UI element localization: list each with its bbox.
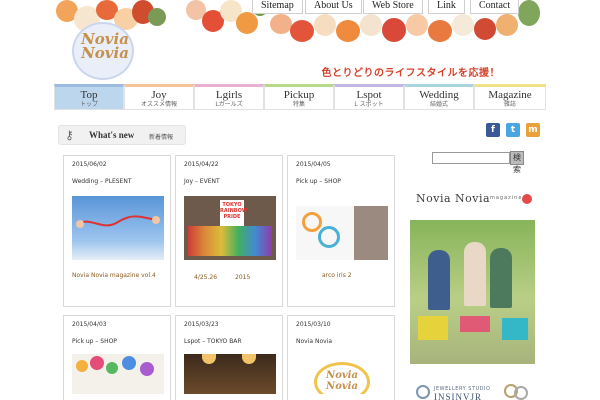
nav-wedding[interactable]: Wedding 結婚式 bbox=[404, 84, 474, 110]
mixi-icon[interactable]: m bbox=[526, 123, 540, 137]
card-date: 2015/03/23 bbox=[184, 321, 219, 328]
product-bangle bbox=[302, 212, 322, 232]
card-thumbnail[interactable] bbox=[184, 354, 276, 394]
nav-joy-sublabel: オススメ情報 bbox=[140, 101, 177, 108]
card-date: 2015/04/22 bbox=[184, 161, 219, 168]
card-thumbnail[interactable] bbox=[72, 354, 164, 394]
card-title: Wedding – PLESENT bbox=[72, 178, 132, 185]
whats-new-label: What's new bbox=[89, 130, 135, 140]
news-card[interactable]: 2015/03/10 Novia Novia Novia Novia bbox=[287, 315, 395, 400]
person bbox=[428, 250, 450, 310]
nav-top[interactable]: Top トップ bbox=[54, 84, 124, 110]
search-button[interactable]: 検索 bbox=[510, 151, 524, 174]
bead bbox=[76, 360, 88, 372]
nav-joy-label: Joy bbox=[151, 89, 167, 101]
chair bbox=[502, 318, 528, 340]
card-thumbnail[interactable] bbox=[296, 206, 388, 260]
topnav-contact[interactable]: Contact bbox=[470, 0, 520, 14]
nav-pickup[interactable]: Pickup 特集 bbox=[264, 84, 334, 110]
nav-magazine-label: Magazine bbox=[488, 89, 532, 101]
search-input[interactable] bbox=[432, 152, 510, 164]
magazine-subtitle: magazine bbox=[490, 195, 523, 201]
card-title: Novia Novia bbox=[296, 338, 333, 345]
card-date: 2015/04/05 bbox=[296, 161, 331, 168]
person bbox=[490, 248, 512, 308]
nav-top-label: Top bbox=[80, 89, 98, 101]
jewelry-logo-icon bbox=[416, 385, 430, 399]
news-card[interactable]: 2015/04/22 Joy – EVENT TOKYO RAINBOW PRI… bbox=[175, 155, 283, 307]
card-date: 2015/06/02 bbox=[72, 161, 107, 168]
table bbox=[460, 316, 490, 332]
nav-magazine[interactable]: Magazine 雑誌 bbox=[474, 84, 546, 110]
card-title: Pick up – SHOP bbox=[72, 338, 117, 345]
news-card[interactable]: 2015/04/03 Pick up – SHOP bbox=[63, 315, 171, 400]
chair bbox=[418, 316, 448, 340]
nav-pickup-sublabel: 特集 bbox=[292, 101, 305, 108]
nav-lgirls-label: Lgirls bbox=[215, 89, 243, 101]
card-date: 2015/04/03 bbox=[72, 321, 107, 328]
product-model bbox=[354, 206, 388, 260]
whats-new-heading: ⚷ What's new 新着情報 bbox=[58, 125, 186, 145]
nav-lgirls-sublabel: Lガールズ bbox=[215, 101, 243, 108]
whats-new-sublabel: 新着情報 bbox=[149, 134, 174, 141]
nav-lspot-label: Lspot bbox=[356, 89, 382, 101]
site-logo[interactable]: Novia Novia bbox=[70, 32, 140, 61]
bead bbox=[106, 362, 118, 374]
card-caption: Novia Novia magazine vol.4 bbox=[72, 272, 156, 279]
lamp bbox=[242, 354, 256, 364]
card-date: 2015/03/10 bbox=[296, 321, 331, 328]
header: Novia Novia Sitemap About Us Web Store L… bbox=[0, 0, 600, 84]
lamp bbox=[202, 354, 216, 364]
news-card[interactable]: 2015/06/02 Wedding – PLESENT Novia Novia… bbox=[63, 155, 171, 307]
jewelry-big: INSINVJR bbox=[434, 392, 483, 400]
nav-wedding-label: Wedding bbox=[419, 89, 459, 101]
topnav-link[interactable]: Link bbox=[428, 0, 465, 14]
nav-pickup-label: Pickup bbox=[283, 89, 315, 101]
card-caption: arco iris 2 bbox=[322, 272, 352, 279]
bead bbox=[140, 362, 154, 376]
magazine-title: Novia Novia bbox=[416, 192, 491, 205]
pride-sign: TOKYO RAINBOW PRIDE bbox=[220, 200, 247, 226]
nav-wedding-sublabel: 結婚式 bbox=[429, 101, 448, 108]
card-thumbnail[interactable] bbox=[72, 196, 164, 260]
nav-lspot[interactable]: Lspot L スポット bbox=[334, 84, 404, 110]
tagline: 色とりどりのライフスタイルを応援！ bbox=[321, 68, 500, 79]
news-card[interactable]: 2015/04/05 Pick up – SHOP arco iris 2 bbox=[287, 155, 395, 307]
nav-top-sublabel: トップ bbox=[79, 101, 98, 108]
product-bangle bbox=[318, 226, 340, 248]
topnav-sitemap[interactable]: Sitemap bbox=[252, 0, 303, 14]
magazine-cover[interactable]: Novia Novia magazine bbox=[410, 186, 535, 364]
topnav-about-us[interactable]: About Us bbox=[305, 0, 362, 14]
bead bbox=[122, 356, 136, 370]
key-icon: ⚷ bbox=[65, 128, 74, 142]
topnav-web-store[interactable]: Web Store bbox=[363, 0, 423, 14]
card-title: Joy – EVENT bbox=[184, 178, 220, 185]
card-title: Pick up – SHOP bbox=[296, 178, 341, 185]
nav-lgirls[interactable]: Lgirls Lガールズ bbox=[194, 84, 264, 110]
card-thumbnail[interactable]: Novia Novia bbox=[296, 354, 388, 394]
magazine-badge bbox=[522, 194, 532, 204]
category-nav: Top トップ Joy オススメ情報 Lgirls Lガールズ Pickup 特… bbox=[54, 84, 546, 110]
twitter-icon[interactable]: t bbox=[506, 123, 520, 137]
search-button-label: 検索 bbox=[513, 153, 521, 174]
red-string-graphic bbox=[76, 215, 160, 228]
magazine-photo bbox=[410, 220, 535, 364]
card-thumbnail[interactable]: TOKYO RAINBOW PRIDE bbox=[184, 196, 276, 260]
card-logo-text: Novia Novia bbox=[326, 370, 358, 392]
nav-magazine-sublabel: 雑誌 bbox=[503, 101, 516, 108]
facebook-icon[interactable]: f bbox=[486, 123, 500, 137]
card-caption: 4/25.26 2015 bbox=[194, 274, 251, 281]
rainbow-crowd bbox=[188, 226, 272, 256]
bead bbox=[90, 356, 104, 370]
nav-lspot-sublabel: L スポット bbox=[354, 101, 384, 108]
news-card[interactable]: 2015/03/23 Lspot – TOKYO BAR bbox=[175, 315, 283, 400]
jewelry-banner[interactable]: JEWELLERY STUDIO INSINVJR bbox=[414, 382, 534, 400]
person bbox=[464, 242, 486, 306]
nav-joy[interactable]: Joy オススメ情報 bbox=[124, 84, 194, 110]
card-title: Lspot – TOKYO BAR bbox=[184, 338, 242, 345]
ring-icon bbox=[514, 386, 528, 400]
